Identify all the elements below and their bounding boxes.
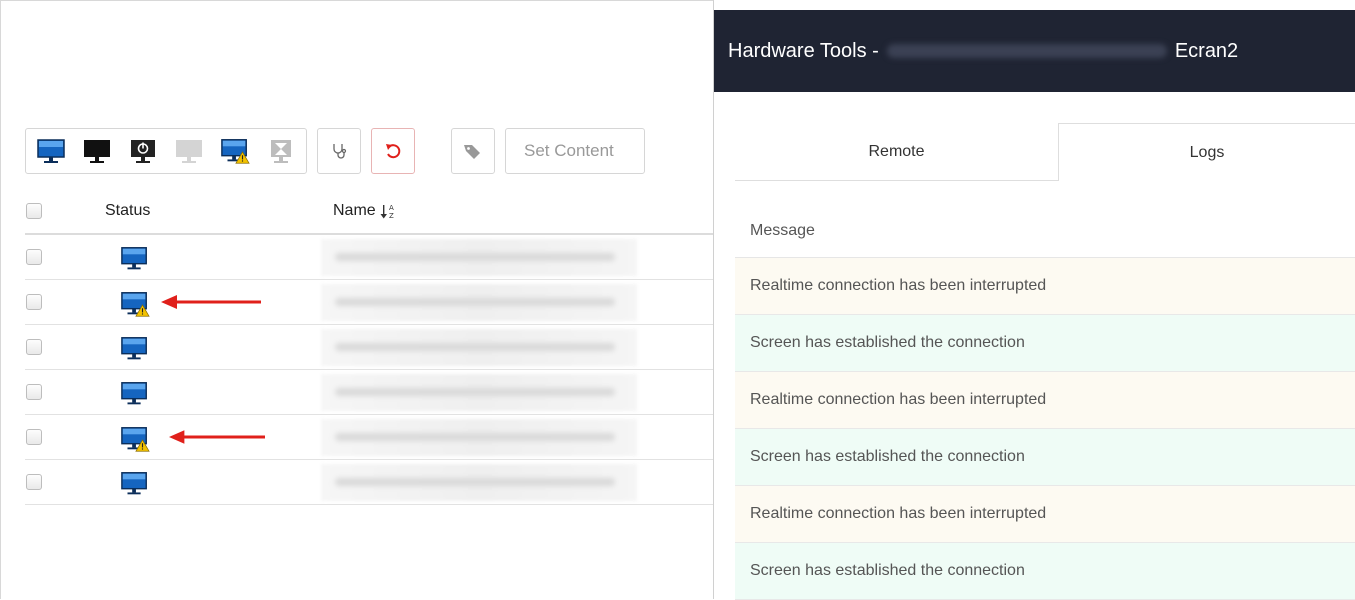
stethoscope-icon: [333, 144, 347, 159]
tag-button[interactable]: [451, 128, 495, 174]
restart-icon: [386, 144, 401, 159]
table-header: Status Name A Z: [25, 188, 714, 235]
monitor-hourglass-button[interactable]: [266, 136, 296, 166]
monitor-on-button[interactable]: [36, 136, 66, 166]
log-row: Screen has established the connection: [735, 543, 1355, 600]
monitor-warning-icon: [221, 139, 250, 164]
screens-panel: Set Content Status Name A Z: [0, 0, 714, 599]
sort-ascending-icon: A Z: [380, 204, 394, 220]
monitor-on-icon: [120, 380, 150, 413]
redacted-screen-name: [321, 419, 637, 456]
tag-icon: [464, 145, 480, 159]
monitor-power-icon: [131, 140, 155, 163]
red-arrow-annotation-icon: [169, 430, 265, 444]
log-row: Screen has established the connection: [735, 315, 1355, 372]
screens-table: Status Name A Z: [25, 188, 714, 505]
monitor-power-button[interactable]: [128, 136, 158, 166]
log-list: Realtime connection has been interrupted…: [735, 258, 1355, 600]
log-row: Screen has established the connection: [735, 429, 1355, 486]
row-checkbox[interactable]: [26, 294, 42, 310]
set-content-button[interactable]: Set Content: [505, 128, 645, 174]
monitor-on-icon: [120, 470, 150, 503]
row-checkbox[interactable]: [26, 429, 42, 445]
diagnostics-button[interactable]: [317, 128, 361, 174]
monitor-disabled-icon: [176, 140, 202, 163]
restart-button[interactable]: [371, 128, 415, 174]
red-arrow-annotation-icon: [161, 295, 261, 309]
redacted-screen-name: [321, 284, 637, 321]
monitor-black-icon: [84, 140, 110, 163]
monitor-hourglass-icon: [271, 140, 291, 163]
svg-text:Z: Z: [389, 212, 394, 220]
hardware-tools-panel: Hardware Tools - Ecran2 Remote Logs Mess…: [713, 0, 1355, 600]
tab-remote[interactable]: Remote: [735, 123, 1058, 181]
redacted-screen-name: [321, 239, 637, 276]
title-suffix: Ecran2: [1174, 39, 1239, 62]
table-row[interactable]: [25, 370, 714, 415]
message-column-header: Message: [735, 204, 1355, 258]
tab-logs[interactable]: Logs: [1058, 123, 1355, 181]
row-checkbox[interactable]: [26, 339, 42, 355]
table-row[interactable]: [25, 280, 714, 325]
redacted-screen-name: [886, 44, 1167, 58]
monitor-warning-icon: [120, 425, 150, 458]
table-row[interactable]: [25, 325, 714, 370]
toolbar: Set Content: [25, 128, 645, 174]
title-prefix: Hardware Tools -: [728, 39, 879, 62]
redacted-screen-name: [321, 464, 637, 501]
status-column-header: Status: [105, 201, 151, 219]
name-column-header[interactable]: Name A Z: [333, 188, 396, 233]
log-row: Realtime connection has been interrupted: [735, 258, 1355, 315]
monitor-disabled-button[interactable]: [174, 136, 204, 166]
screen-state-group: [25, 128, 307, 174]
monitor-on-icon: [120, 245, 150, 278]
table-row[interactable]: [25, 235, 714, 280]
table-row[interactable]: [25, 460, 714, 505]
monitor-on-icon: [37, 139, 65, 163]
monitor-black-button[interactable]: [82, 136, 112, 166]
monitor-warning-button[interactable]: [220, 136, 250, 166]
row-checkbox[interactable]: [26, 384, 42, 400]
select-all-checkbox[interactable]: [26, 202, 42, 219]
svg-text:A: A: [389, 204, 394, 212]
log-row: Realtime connection has been interrupted: [735, 372, 1355, 429]
name-column-label: Name: [333, 201, 376, 219]
monitor-on-icon: [120, 335, 150, 368]
row-checkbox[interactable]: [26, 249, 42, 265]
monitor-warning-icon: [120, 290, 150, 323]
hardware-tools-header: Hardware Tools - Ecran2: [714, 10, 1355, 92]
app-frame: Set Content Status Name A Z Hardware Too…: [0, 0, 1355, 600]
log-row: Realtime connection has been interrupted: [735, 486, 1355, 543]
redacted-screen-name: [321, 374, 637, 411]
row-checkbox[interactable]: [26, 474, 42, 490]
redacted-screen-name: [321, 329, 637, 366]
hardware-tabs: Remote Logs: [735, 123, 1355, 181]
table-row[interactable]: [25, 415, 714, 460]
